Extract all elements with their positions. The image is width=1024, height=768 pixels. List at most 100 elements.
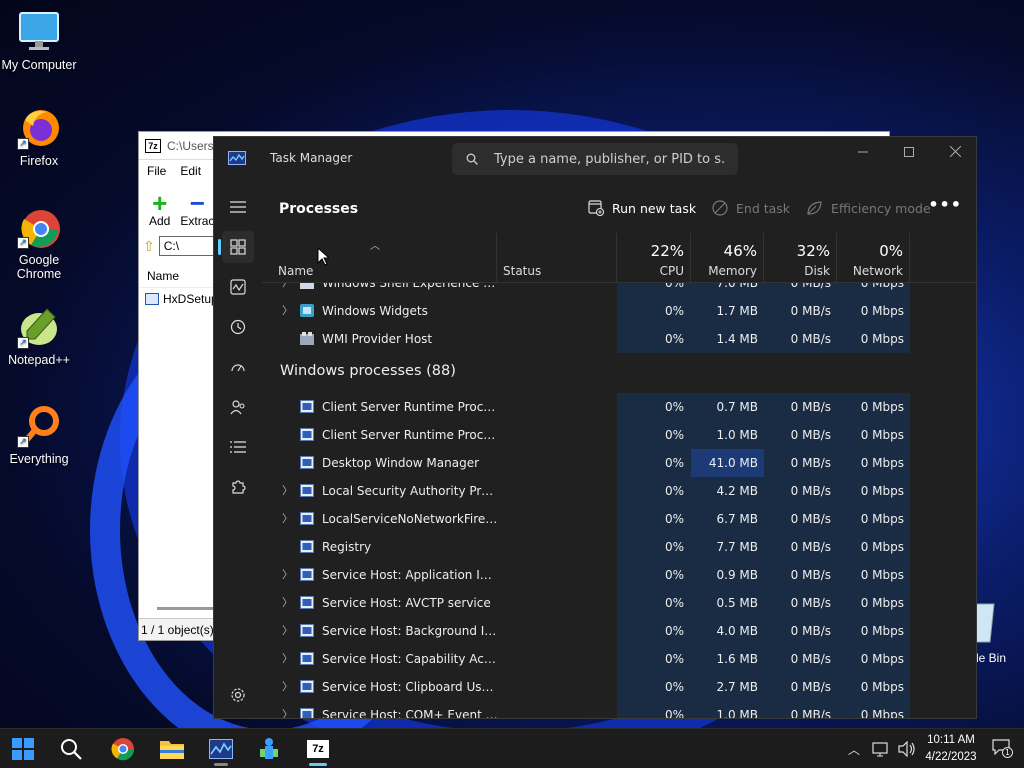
expand-chevron-icon[interactable]: 〉 [282, 673, 293, 701]
taskbar-chrome[interactable] [108, 735, 138, 763]
process-name: Client Server Runtime Process [322, 428, 498, 442]
minus-icon: − [189, 188, 205, 218]
expand-chevron-icon[interactable]: 〉 [282, 283, 293, 297]
process-disk: 0 MB/s [764, 393, 837, 421]
processes-page: Processes Run new task End task Efficien… [262, 181, 976, 718]
clock-time: 10:11 AM [927, 734, 975, 746]
column-disk[interactable]: 32% Disk [764, 233, 837, 283]
search-box[interactable] [452, 143, 738, 175]
nav-startup-apps[interactable] [222, 351, 254, 383]
column-cpu[interactable]: 22% CPU [617, 233, 691, 283]
table-row[interactable]: 〉 Service Host: AVCTP service 0% 0.5 MB 0 MB… [262, 589, 910, 617]
table-row[interactable]: 〉 Service Host: Application Infor... 0% 0.9… [262, 561, 910, 589]
table-row[interactable]: 〉 Service Host: Clipboard User S... 0% 2.7 … [262, 673, 910, 701]
process-network: 0 Mbps [837, 297, 910, 325]
nav-services[interactable] [222, 471, 254, 503]
run-new-task-button[interactable]: Run new task [588, 198, 696, 218]
efficiency-mode-button[interactable]: Efficiency mode [806, 198, 931, 218]
close-button[interactable] [932, 141, 976, 169]
menu-file[interactable]: File [147, 164, 166, 178]
nav-app-history[interactable] [222, 311, 254, 343]
desktop-icon-firefox[interactable]: ↗ Firefox [0, 106, 78, 168]
wmi-provider-icon [300, 332, 314, 345]
process-cpu: 0% [617, 297, 691, 325]
nav-users[interactable] [222, 391, 254, 423]
up-folder-icon[interactable]: ⇧ [143, 238, 155, 255]
table-row[interactable]: WMI Provider Host 0% 1.4 MB 0 MB/s 0 Mbp… [262, 325, 910, 353]
process-memory: 7.7 MB [691, 533, 764, 561]
expand-chevron-icon[interactable]: 〉 [282, 645, 293, 673]
desktop-icon-chrome[interactable]: ↗ Google Chrome [0, 205, 78, 281]
extract-button[interactable]: − Extrac [180, 188, 214, 228]
task-manager-titlebar[interactable]: Task Manager [214, 137, 976, 181]
notification-center-button[interactable]: 1 [992, 739, 1014, 759]
table-row[interactable]: 〉 Service Host: Background Inte... 0% 4.0 M… [262, 617, 910, 645]
table-row[interactable]: 〉 Service Host: COM+ Event Sys... 0%1.0 MB… [262, 701, 910, 718]
hamburger-menu-button[interactable] [222, 191, 254, 223]
table-row[interactable]: 〉 Local Security Authority Proce... 0% 4.2 … [262, 477, 910, 505]
table-row[interactable]: Registry 0% 7.7 MB 0 MB/s 0 Mbps [262, 533, 910, 561]
taskbar-clock[interactable]: 10:11 AM 4/22/2023 [918, 732, 984, 766]
address-input[interactable]: C:\ [158, 236, 219, 256]
desktop-icon-notepadpp[interactable]: ↗ Notepad++ [0, 305, 78, 367]
process-list[interactable]: 〉 Windows Shell Experience Host 0% 7.0 M… [262, 283, 976, 718]
table-row[interactable]: 〉 LocalServiceNoNetworkFirewa... 0% 6.7 MB 0… [262, 505, 910, 533]
search-input[interactable] [494, 151, 724, 167]
expand-chevron-icon[interactable]: 〉 [282, 477, 293, 505]
minimize-button[interactable] [840, 141, 886, 169]
chevron-up-icon[interactable]: ︿ [848, 741, 860, 758]
process-memory: 7.0 MB [691, 283, 764, 297]
horizontal-scrollbar[interactable] [157, 607, 217, 610]
taskbar-network-app[interactable] [254, 735, 284, 763]
process-icon [300, 708, 314, 718]
process-disk: 0 MB/s [764, 477, 837, 505]
nav-processes[interactable] [218, 231, 254, 263]
volume-icon[interactable] [898, 741, 916, 757]
maximize-button[interactable] [886, 141, 932, 169]
process-name: Windows Shell Experience Host [322, 283, 498, 290]
table-row[interactable]: 〉 Windows Shell Experience Host 0% 7.0 M… [262, 283, 910, 297]
taskbar-file-explorer[interactable] [157, 735, 187, 763]
end-task-button[interactable]: End task [712, 198, 790, 218]
table-row[interactable]: Client Server Runtime Process 0% 0.7 MB 0 M… [262, 393, 910, 421]
process-cpu: 0% [617, 701, 691, 718]
expand-chevron-icon[interactable]: 〉 [282, 561, 293, 589]
more-options-button[interactable]: ••• [928, 195, 962, 214]
network-status-icon[interactable] [872, 741, 890, 757]
column-name[interactable]: ︿ Name [262, 233, 497, 283]
process-cpu: 0% [617, 325, 691, 353]
column-status[interactable]: Status [497, 233, 617, 283]
process-network: 0 Mbps [837, 421, 910, 449]
desktop-icon-my-computer[interactable]: My Computer [0, 10, 78, 72]
desktop-icon-everything[interactable]: ↗ Everything [0, 404, 78, 466]
expand-chevron-icon[interactable]: 〉 [282, 297, 293, 325]
table-row[interactable]: Client Server Runtime Process 0% 1.0 MB 0 M… [262, 421, 910, 449]
group-header-windows-processes[interactable]: Windows processes (88) [262, 353, 910, 393]
nav-performance[interactable] [222, 271, 254, 303]
expand-chevron-icon[interactable]: 〉 [282, 505, 293, 533]
table-row[interactable]: 〉 Windows Widgets 0% 1.7 MB 0 MB/s 0 Mbp… [262, 297, 910, 325]
column-memory[interactable]: 46% Memory [691, 233, 764, 283]
process-network: 0 Mbps [837, 283, 910, 297]
task-manager-window[interactable]: Task Manager Type a name, publisher, or … [213, 136, 977, 719]
add-button[interactable]: + Add [149, 190, 170, 228]
taskbar-task-manager[interactable] [206, 735, 236, 766]
process-disk: 0 MB/s [764, 283, 837, 297]
startup-gauge-icon [231, 364, 245, 372]
menu-edit[interactable]: Edit [180, 164, 201, 178]
expand-chevron-icon[interactable]: 〉 [282, 701, 293, 718]
taskbar-7zip[interactable]: 7z [303, 735, 333, 766]
desktop-icon-label: Everything [9, 452, 69, 466]
nav-settings[interactable] [222, 679, 254, 711]
sort-ascending-icon: ︿ [370, 241, 380, 252]
process-network: 0 Mbps [837, 505, 910, 533]
start-button[interactable] [8, 735, 38, 763]
expand-chevron-icon[interactable]: 〉 [282, 617, 293, 645]
table-row[interactable]: 〉 Service Host: Capability Acces... 0% 1.6 … [262, 645, 910, 673]
column-network[interactable]: 0% Network [837, 233, 910, 283]
table-row[interactable]: Desktop Window Manager 0% 41.0 MB 0 MB/s 0 M… [262, 449, 910, 477]
expand-chevron-icon[interactable]: 〉 [282, 589, 293, 617]
nav-details[interactable] [222, 431, 254, 463]
process-network: 0 Mbps [837, 589, 910, 617]
search-button[interactable] [56, 735, 86, 763]
